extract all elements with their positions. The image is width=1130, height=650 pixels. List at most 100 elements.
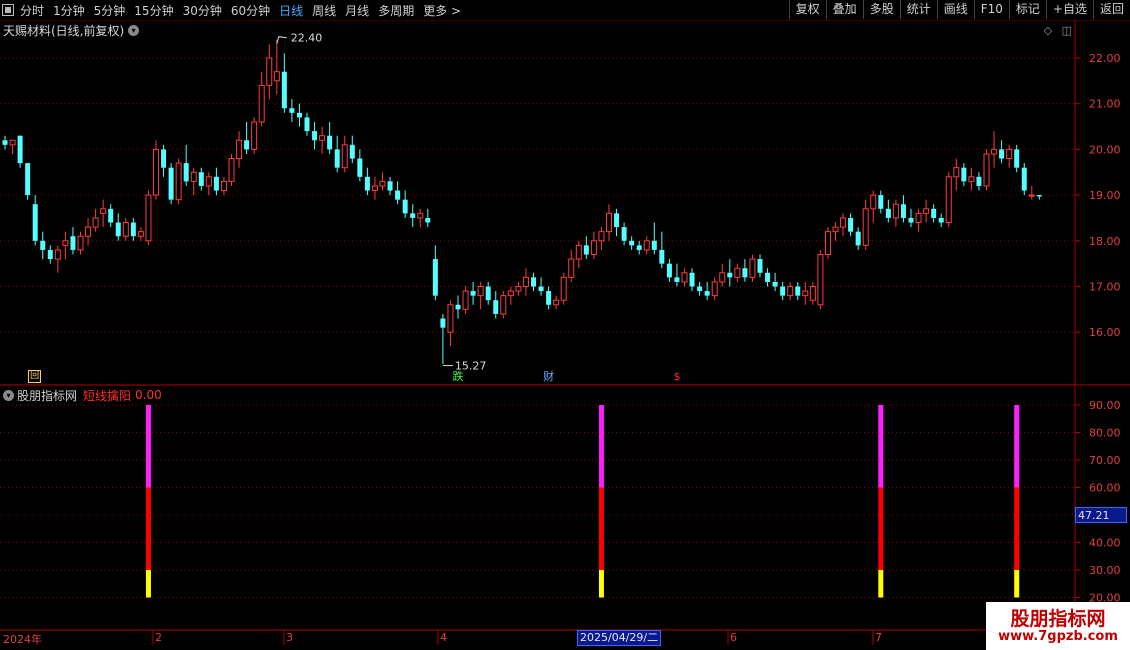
time-tick-label: 2 [155,631,162,644]
candle [840,213,847,237]
candle [54,245,61,273]
candle-body [931,208,937,218]
candle-body [968,176,975,182]
candle [870,190,877,223]
candle-body [244,140,250,150]
candle-body [795,286,801,296]
candle [17,135,23,168]
candle-body [349,144,355,159]
candle [892,199,899,228]
candle-body [862,208,869,246]
candle [968,167,975,191]
signal-bar-segment [878,487,884,570]
high-pointer [276,36,287,44]
candle-body [1006,148,1013,160]
signal-bar-segment [145,487,151,570]
candle-body [153,148,159,196]
candle-body [991,148,998,155]
candle-body [9,139,16,146]
signal-bar-segment [1014,487,1020,570]
signal-bar-segment [1014,570,1020,598]
candle [477,281,484,310]
candle-body [410,213,416,218]
candle-body [953,167,960,178]
candle [327,121,333,154]
candle-body [749,258,756,278]
candle-body [236,139,243,160]
candle-body [289,108,295,113]
candle [862,199,869,250]
candle [606,204,612,241]
candle [9,139,16,154]
indicator-dropdown-icon[interactable]: ▾ [3,389,14,401]
candle-body [659,249,665,264]
candle-body [470,291,476,296]
candle-body [273,71,280,82]
candle-body [92,217,99,228]
candle-body [802,290,809,297]
candle [1021,163,1027,196]
indicator-tick-label: 70.00 [1089,454,1121,467]
candle-body [334,149,340,168]
candle [296,103,302,127]
candle-body [183,163,189,182]
event-marker[interactable]: $ [670,370,684,384]
candle-body [281,71,287,109]
signal-bar-segment [1014,405,1020,488]
candle-body [817,254,824,306]
indicator-name[interactable]: 股朋指标网 [17,387,77,404]
candle [568,249,575,282]
indicator-tick-label: 80.00 [1089,427,1121,440]
indicator-tick-label: 40.00 [1089,537,1121,550]
candle [742,259,748,282]
candle-body [145,194,152,242]
candle [824,227,831,260]
candle [923,199,930,223]
candle [659,231,665,269]
candle [522,268,529,296]
candle [538,277,544,296]
candle [349,135,355,164]
candle [251,117,258,154]
candle-body [643,240,650,251]
candle [25,163,31,200]
event-marker[interactable]: 财 [542,370,556,384]
candle-body [85,226,92,237]
candle-body [976,176,982,186]
kline-chart: 22.0021.0020.0019.0018.0017.0016.0022.40… [0,20,1130,650]
candle [590,231,597,260]
candle [410,204,416,228]
candle-body [17,135,23,164]
candle [161,144,167,177]
candle [108,204,114,228]
candle [991,131,998,168]
candle [817,249,824,310]
candle-body [425,217,431,223]
candle [236,131,243,168]
candle [228,153,235,186]
candle-body [765,272,771,282]
candle-body [198,172,204,186]
candle-body [531,277,536,287]
crosshair-date-label: 2025/04/29/二 [577,630,662,646]
candle [583,236,589,260]
candle-body [266,57,273,86]
candle-body [772,281,778,287]
candle [621,222,627,246]
candle [515,281,522,296]
candle [32,195,38,246]
candle-body [855,231,861,246]
event-marker[interactable]: 跌 [451,370,465,384]
candle-body [228,158,235,182]
candle [183,144,189,186]
candle-body [213,176,219,191]
event-marker[interactable]: 回 [28,370,42,383]
candle [651,222,657,255]
candle-body [961,167,967,182]
candle [795,281,801,301]
candle [77,231,84,255]
candle-body [402,199,408,214]
signal-bar-segment [145,570,151,598]
indicator-tick-label: 30.00 [1089,564,1121,577]
candle [2,135,8,150]
